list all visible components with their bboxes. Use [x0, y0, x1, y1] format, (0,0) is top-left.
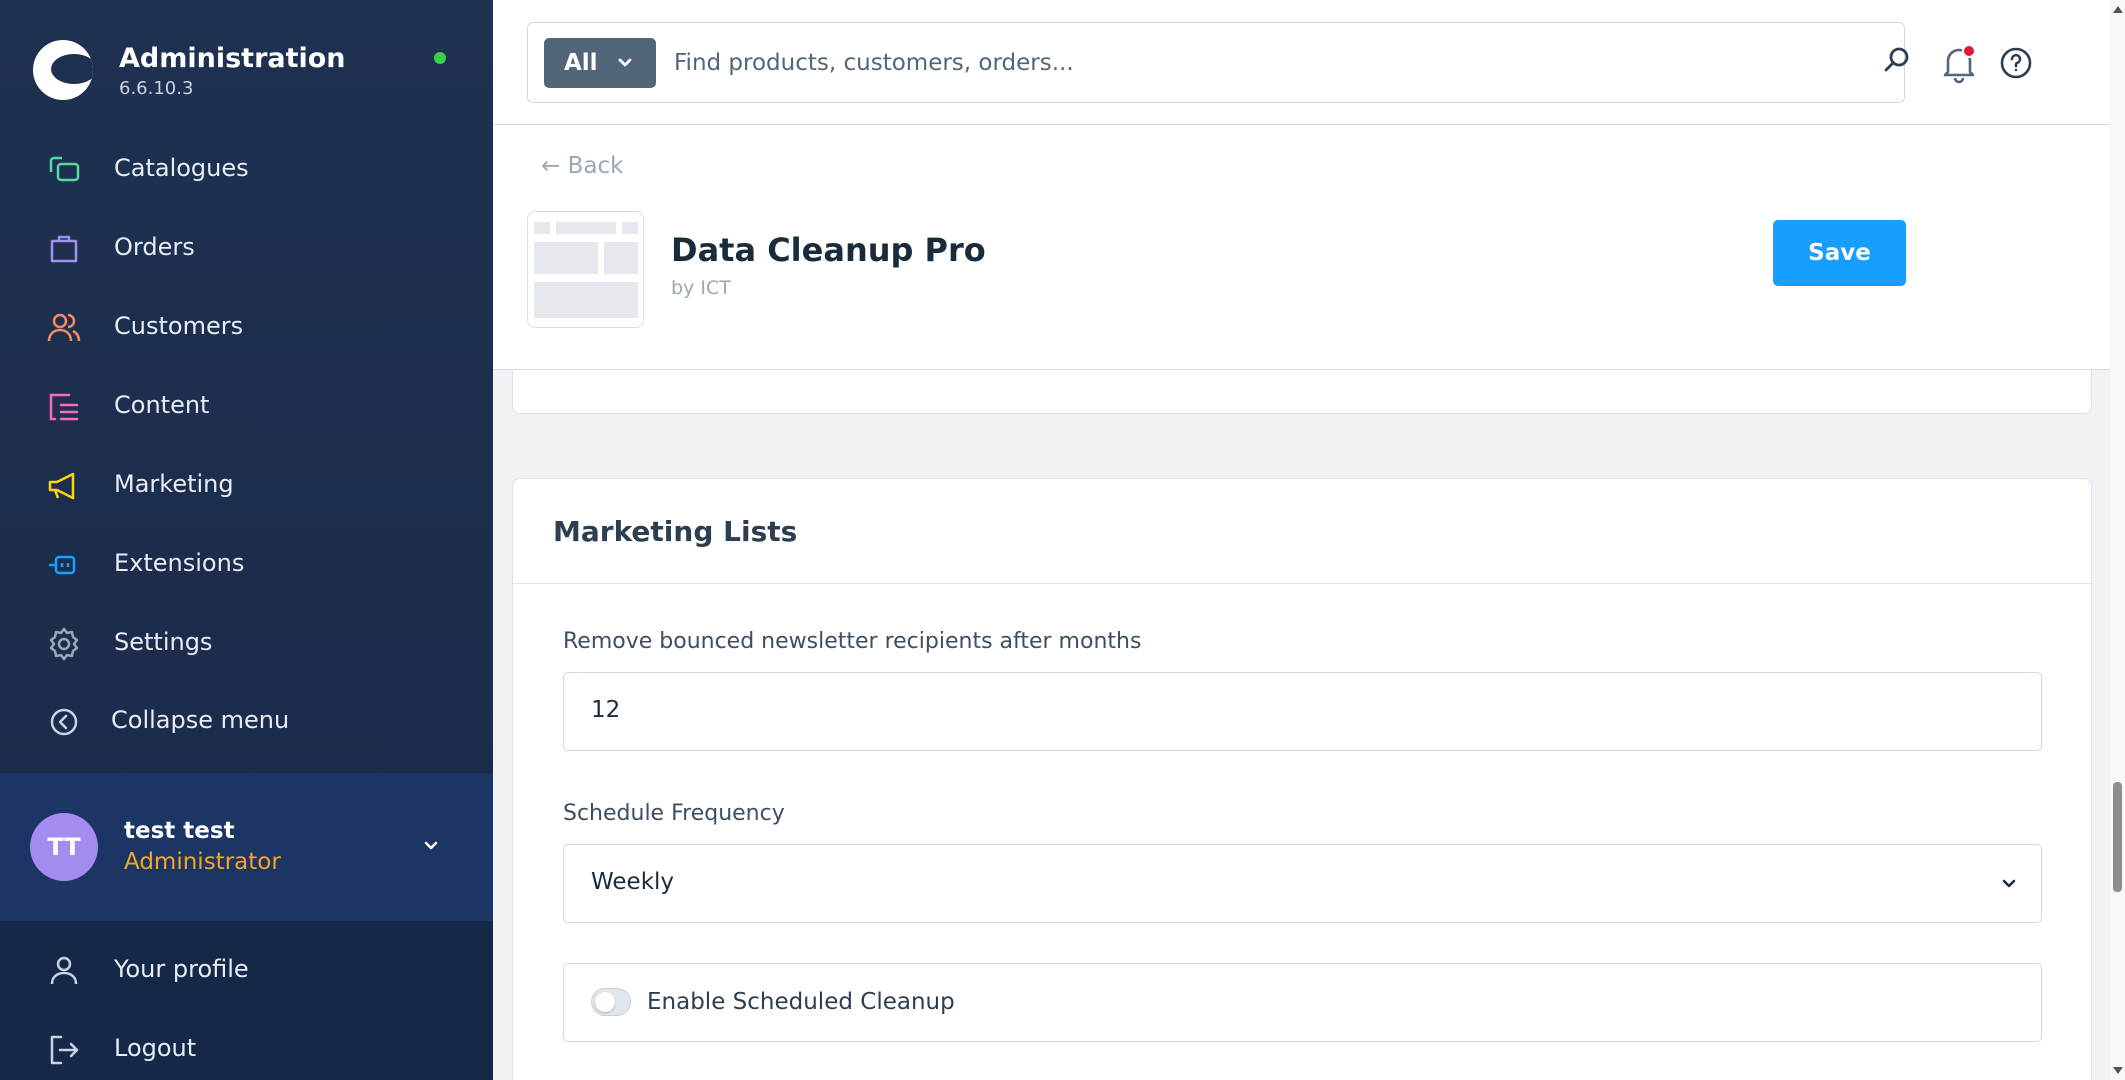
- back-link[interactable]: ← Back: [541, 153, 623, 179]
- schedule-frequency-label: Schedule Frequency: [563, 801, 785, 826]
- search-icon[interactable]: [1882, 45, 1912, 75]
- chevron-down-icon: [618, 58, 632, 67]
- sidebar-item-customers[interactable]: Customers: [0, 296, 493, 356]
- collapse-menu-label: Collapse menu: [111, 706, 290, 734]
- orders-icon: [50, 235, 78, 263]
- content-icon: [49, 393, 79, 421]
- bounce-months-label: Remove bounced newsletter recipients aft…: [563, 629, 1142, 654]
- sidebar: Administration 6.6.10.3 Catalogues Order…: [0, 0, 493, 1080]
- back-label: Back: [567, 153, 624, 179]
- save-button[interactable]: Save: [1773, 220, 1906, 286]
- card-divider: [513, 583, 2091, 584]
- extension-author: by ICT: [671, 277, 731, 299]
- brand-title: Administration: [119, 43, 346, 74]
- scrollbar-thumb[interactable]: [2113, 782, 2122, 892]
- your-profile-link[interactable]: Your profile: [0, 939, 493, 999]
- logout-label: Logout: [114, 1034, 197, 1062]
- sidebar-item-label: Customers: [114, 312, 244, 340]
- help-icon[interactable]: [1999, 46, 2033, 80]
- top-bar: All: [493, 0, 2125, 125]
- extension-header: ← Back Data Cleanup Pro by ICT Save: [493, 125, 2110, 370]
- user-role: Administrator: [124, 849, 281, 875]
- user-name: test test: [124, 818, 235, 844]
- version-label: 6.6.10.3: [119, 78, 194, 99]
- scheduled-cleanup-label: Enable Scheduled Cleanup: [647, 989, 955, 1015]
- sidebar-item-catalogues[interactable]: Catalogues: [0, 138, 493, 198]
- thumbnail-placeholder-icon: [534, 222, 638, 318]
- bounce-months-input[interactable]: 12: [563, 672, 2042, 751]
- sidebar-item-label: Settings: [114, 628, 213, 656]
- schedule-frequency-select[interactable]: Weekly: [563, 844, 2042, 923]
- chevron-down-icon[interactable]: [420, 835, 442, 857]
- scheduled-cleanup-field: Enable Scheduled Cleanup: [563, 963, 2042, 1042]
- logout-link[interactable]: Logout: [0, 1018, 493, 1078]
- sidebar-item-label: Extensions: [114, 549, 245, 577]
- scroll-up-icon[interactable]: [2113, 6, 2123, 13]
- sidebar-item-label: Orders: [114, 233, 195, 261]
- collapse-icon: [50, 708, 78, 736]
- search-scope-dropdown[interactable]: All: [544, 38, 656, 88]
- customers-icon: [47, 313, 81, 342]
- settings-icon: [49, 627, 79, 661]
- global-search: All: [527, 22, 1909, 103]
- scroll-down-icon[interactable]: [2113, 1067, 2123, 1074]
- user-icon: [50, 956, 78, 985]
- chevron-down-icon: [2002, 879, 2016, 888]
- notification-bell-icon[interactable]: [1940, 42, 1980, 84]
- page-title: Data Cleanup Pro: [671, 231, 986, 269]
- sidebar-item-label: Marketing: [114, 470, 234, 498]
- search-scope-label: All: [564, 50, 598, 76]
- user-panel[interactable]: TT test test Administrator: [0, 773, 493, 921]
- catalogue-icon: [49, 156, 80, 182]
- sidebar-item-label: Content: [114, 391, 210, 419]
- marketing-lists-card: Marketing Lists Remove bounced newslette…: [512, 478, 2092, 1080]
- status-dot: [434, 52, 446, 64]
- scrollbar[interactable]: [2110, 0, 2125, 1080]
- sidebar-item-orders[interactable]: Orders: [0, 217, 493, 277]
- arrow-left-icon: ←: [541, 153, 568, 179]
- bounce-months-value: 12: [591, 697, 621, 723]
- sidebar-item-marketing[interactable]: Marketing: [0, 454, 493, 514]
- extensions-icon: [49, 555, 76, 575]
- brand: Administration 6.6.10.3: [33, 36, 473, 106]
- extension-thumbnail: [527, 211, 644, 328]
- sidebar-item-settings[interactable]: Settings: [0, 612, 493, 672]
- sidebar-item-label: Catalogues: [114, 154, 249, 182]
- shopware-logo-icon: [33, 40, 93, 100]
- avatar: TT: [30, 813, 98, 881]
- card-title: Marketing Lists: [553, 515, 798, 548]
- sidebar-item-extensions[interactable]: Extensions: [0, 533, 493, 593]
- account-panel: Your profile Logout: [0, 921, 493, 1080]
- scheduled-cleanup-toggle[interactable]: [591, 988, 631, 1016]
- search-input[interactable]: [674, 38, 1824, 88]
- sidebar-item-content[interactable]: Content: [0, 375, 493, 435]
- logout-icon: [50, 1035, 79, 1065]
- schedule-frequency-value: Weekly: [591, 869, 675, 895]
- collapse-menu-button[interactable]: Collapse menu: [0, 690, 493, 750]
- your-profile-label: Your profile: [114, 955, 249, 983]
- marketing-icon: [48, 472, 75, 500]
- previous-card: [512, 370, 2092, 414]
